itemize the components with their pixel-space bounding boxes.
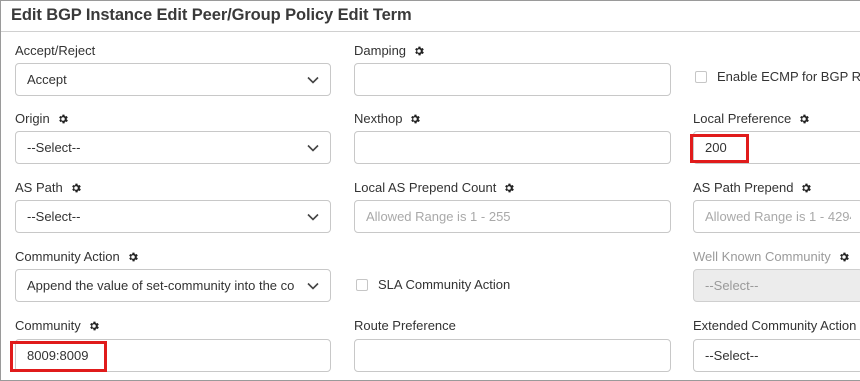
community-action-label: Community Action: [15, 249, 139, 265]
well-known-community-select: --Select--: [693, 269, 860, 302]
as-path-prepend-placeholder: Allowed Range is 1 - 42949: [705, 209, 851, 224]
accept-reject-label-text: Accept/Reject: [15, 43, 96, 58]
title-divider: [1, 31, 860, 32]
nexthop-label-text: Nexthop: [354, 111, 403, 126]
gear-icon[interactable]: [409, 113, 421, 125]
local-as-prepend-count-label: Local AS Prepend Count: [354, 180, 515, 196]
gear-icon[interactable]: [413, 45, 425, 57]
community-action-label-text: Community Action: [15, 249, 120, 264]
sla-community-action-checkbox-box[interactable]: [356, 278, 368, 291]
damping-label: Damping: [354, 43, 425, 59]
gear-icon[interactable]: [838, 251, 850, 263]
nexthop-input[interactable]: [354, 131, 671, 164]
accept-reject-select[interactable]: Accept: [15, 63, 331, 96]
local-as-prepend-count-input[interactable]: Allowed Range is 1 - 255: [354, 200, 671, 233]
ecmp-checkbox[interactable]: Enable ECMP for BGP Ro: [695, 69, 860, 84]
well-known-community-label: Well Known Community: [693, 249, 850, 265]
community-label: Community: [15, 318, 100, 334]
damping-label-text: Damping: [354, 43, 407, 58]
gear-icon[interactable]: [798, 113, 810, 125]
as-path-prepend-label: AS Path Prepend: [693, 180, 812, 196]
ecmp-checkbox-box[interactable]: [695, 70, 707, 83]
page-title: Edit BGP Instance Edit Peer/Group Policy…: [11, 6, 412, 24]
extended-community-action-label: Extended Community Action: [693, 318, 856, 334]
damping-input[interactable]: [354, 63, 671, 96]
gear-icon[interactable]: [70, 182, 82, 194]
as-path-label: AS Path: [15, 180, 82, 196]
as-path-select[interactable]: --Select--: [15, 200, 331, 233]
gear-icon[interactable]: [503, 182, 515, 194]
community-input[interactable]: 8009:8009: [15, 339, 331, 372]
as-path-prepend-label-text: AS Path Prepend: [693, 180, 794, 195]
nexthop-label: Nexthop: [354, 111, 421, 127]
gear-icon[interactable]: [88, 320, 100, 332]
well-known-community-label-text: Well Known Community: [693, 249, 831, 264]
ecmp-label: Enable ECMP for BGP Ro: [717, 69, 860, 84]
extended-community-action-select[interactable]: --Select--: [693, 339, 860, 372]
route-preference-label-text: Route Preference: [354, 318, 456, 333]
local-as-prepend-count-placeholder: Allowed Range is 1 - 255: [366, 209, 511, 224]
local-preference-label-text: Local Preference: [693, 111, 792, 126]
gear-icon[interactable]: [57, 113, 69, 125]
edit-term-panel: Edit BGP Instance Edit Peer/Group Policy…: [0, 0, 860, 381]
community-label-text: Community: [15, 318, 81, 333]
sla-community-action-checkbox[interactable]: SLA Community Action: [356, 277, 510, 292]
route-preference-label: Route Preference: [354, 318, 456, 334]
origin-value: --Select--: [27, 140, 81, 155]
local-preference-label: Local Preference: [693, 111, 810, 127]
extended-community-action-label-text: Extended Community Action: [693, 318, 857, 333]
local-preference-input[interactable]: 200: [693, 131, 860, 164]
route-preference-input[interactable]: [354, 339, 671, 372]
extended-community-action-value: --Select--: [705, 348, 759, 363]
community-action-value: Append the value of set-community into t…: [27, 278, 295, 293]
gear-icon[interactable]: [800, 182, 812, 194]
origin-select[interactable]: --Select--: [15, 131, 331, 164]
as-path-label-text: AS Path: [15, 180, 63, 195]
accept-reject-value: Accept: [27, 72, 67, 87]
well-known-community-value: --Select--: [705, 278, 759, 293]
chevron-down-icon: [307, 76, 319, 84]
sla-community-action-label: SLA Community Action: [378, 277, 511, 292]
local-preference-value: 200: [705, 140, 727, 155]
chevron-down-icon: [307, 144, 319, 152]
as-path-prepend-input[interactable]: Allowed Range is 1 - 42949: [693, 200, 860, 233]
chevron-down-icon: [307, 213, 319, 221]
community-value: 8009:8009: [27, 348, 89, 363]
as-path-value: --Select--: [27, 209, 81, 224]
accept-reject-label: Accept/Reject: [15, 43, 95, 59]
origin-label: Origin: [15, 111, 69, 127]
community-action-select[interactable]: Append the value of set-community into t…: [15, 269, 331, 302]
chevron-down-icon: [307, 282, 319, 290]
local-as-prepend-count-label-text: Local AS Prepend Count: [354, 180, 497, 195]
gear-icon[interactable]: [127, 251, 139, 263]
origin-label-text: Origin: [15, 111, 50, 126]
